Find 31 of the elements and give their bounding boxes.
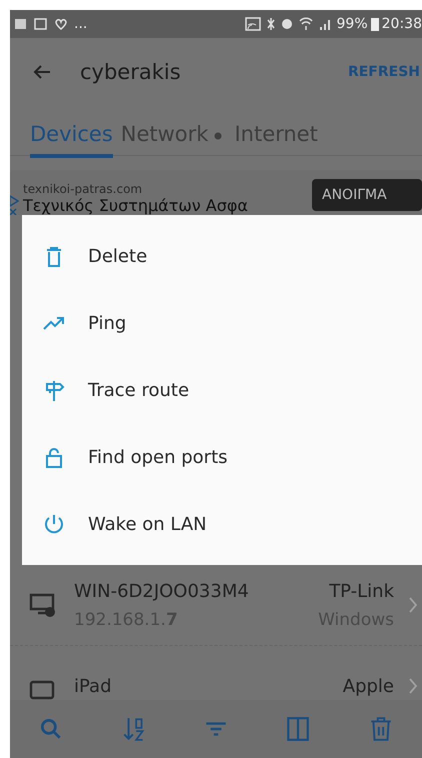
split-view-icon[interactable]	[285, 716, 312, 742]
wifi-icon	[298, 17, 313, 31]
menu-item[interactable]: Delete	[22, 223, 422, 290]
bluetooth-icon	[266, 17, 275, 31]
chevron-icon[interactable]	[408, 677, 418, 695]
square-icon	[14, 17, 28, 31]
clock: 20:38	[382, 16, 422, 32]
ad-banner[interactable]: texnikoi-patras.com Τεχνικός Συστημάτων Ασφα ΑΝΟΙΓΜΑ	[10, 170, 422, 215]
sort-icon[interactable]	[120, 716, 147, 742]
menu-item[interactable]: Wake on LAN	[22, 491, 422, 558]
menu-item[interactable]: Find open ports	[22, 424, 422, 491]
screen-title: cyberakis	[80, 60, 181, 84]
signal-icon	[318, 17, 331, 31]
battery-percent: 99%	[336, 16, 368, 32]
image-icon	[34, 17, 48, 31]
cast-icon	[244, 17, 261, 31]
device-vendor: TP-Link	[329, 580, 394, 602]
ad-domain: texnikoi-patras.com	[23, 182, 144, 196]
menu-item[interactable]: Ping	[22, 290, 422, 357]
device-name: iPad	[74, 676, 113, 696]
ad-open-button[interactable]: ΑΝΟΙΓΜΑ	[312, 179, 422, 211]
ad-headline: Τεχνικός Συστημάτων Ασφα	[23, 196, 249, 215]
battery-icon	[370, 17, 379, 31]
heart-icon	[54, 17, 68, 31]
device-vendor: Apple	[342, 676, 394, 696]
chevron-icon[interactable]	[408, 596, 418, 614]
menu-item[interactable]: Trace route	[22, 357, 422, 424]
overflow-indicator: ...	[74, 16, 88, 32]
monitor-icon	[28, 591, 56, 619]
ad-choices-icon[interactable]	[10, 195, 19, 215]
device-name: WIN-6D2JOO033M4	[74, 580, 250, 602]
